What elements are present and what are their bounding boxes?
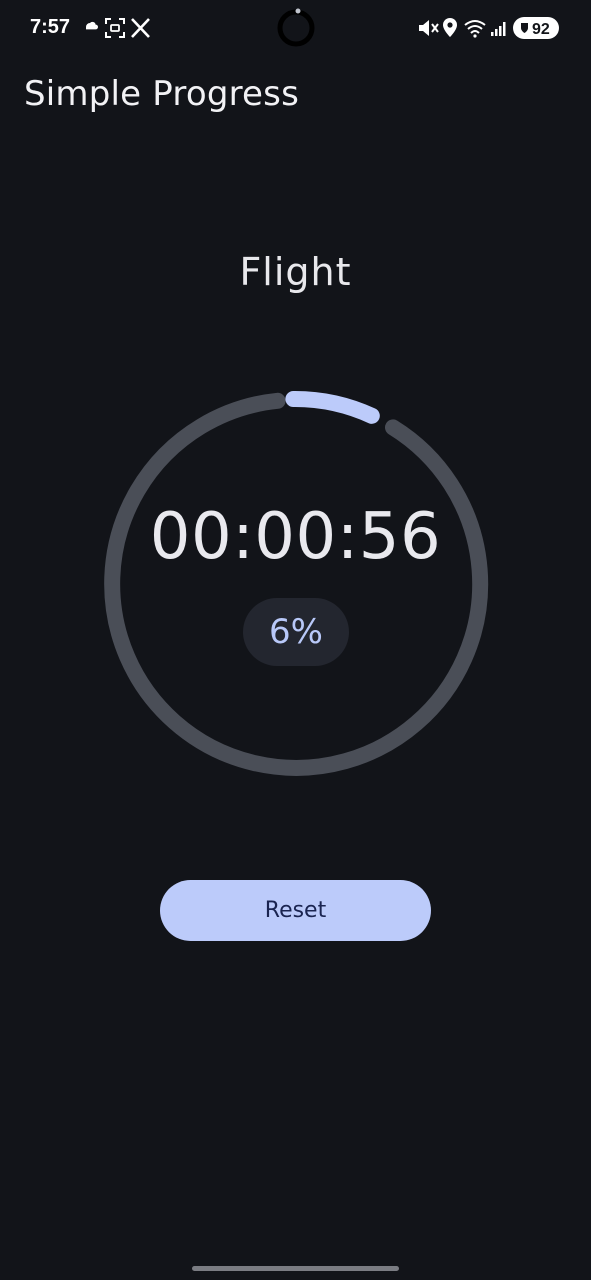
mute-icon <box>419 20 439 36</box>
cloud-icon <box>86 21 98 30</box>
elapsed-time: 00:00:56 <box>149 500 442 574</box>
progress-ring <box>104 390 489 776</box>
timer-name: Flight <box>239 250 352 294</box>
reset-button-label: Reset <box>264 898 327 923</box>
app-title: Simple Progress <box>24 74 299 114</box>
camera-cutout <box>277 8 315 47</box>
ring-progress <box>285 390 380 424</box>
screenshot-icon <box>105 18 125 38</box>
percent-label: 6% <box>269 612 323 652</box>
status-left-icons <box>86 18 150 38</box>
status-time: 7:57 <box>30 16 71 38</box>
home-indicator[interactable] <box>192 1266 399 1271</box>
battery-level: 92 <box>532 21 550 38</box>
reset-button[interactable]: Reset <box>160 880 431 941</box>
battery-icon: 92 <box>513 17 559 39</box>
ring-track-left <box>104 392 489 776</box>
percent-badge: 6% <box>243 598 349 666</box>
x-logo-icon <box>131 18 150 38</box>
status-right-icons: 92 <box>419 17 559 39</box>
wifi-icon <box>464 20 486 38</box>
signal-icon <box>491 22 506 36</box>
status-bar: 7:57 92 <box>0 0 591 58</box>
location-icon <box>443 18 457 37</box>
